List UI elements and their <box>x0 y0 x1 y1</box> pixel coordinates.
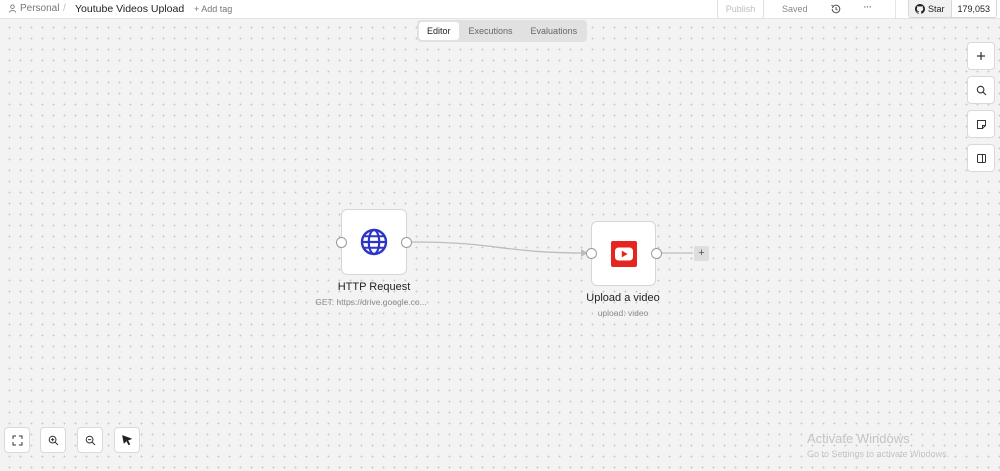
node-subtitle: GET: https://drive.google.co... <box>315 297 427 307</box>
pointer-icon <box>122 435 132 446</box>
github-star-count: 179,053 <box>951 0 997 17</box>
user-icon <box>8 4 17 13</box>
node-http-request[interactable] <box>341 209 407 275</box>
zoom-in-icon <box>48 435 58 445</box>
activate-windows-title: Activate Windows <box>807 431 910 446</box>
node-title: HTTP Request <box>337 281 411 293</box>
workflow-canvas[interactable] <box>0 20 1000 471</box>
youtube-output-handle[interactable] <box>651 248 662 259</box>
node-title: Upload a video <box>586 292 660 304</box>
tab-executions[interactable]: Executions <box>461 22 521 40</box>
tab-evaluations[interactable]: Evaluations <box>523 22 586 40</box>
tab-editor[interactable]: Editor <box>419 22 459 40</box>
breadcrumb-workspace[interactable]: Personal <box>8 3 59 14</box>
add-tag-button[interactable]: + Add tag <box>194 4 232 14</box>
plus-icon <box>977 52 985 60</box>
panel-toggle-icon <box>976 153 986 163</box>
more-options-icon[interactable]: ··· <box>863 1 872 13</box>
node-subtitle: upload: video <box>597 308 649 318</box>
github-icon <box>915 3 925 14</box>
zoom-out-button[interactable] <box>77 427 103 453</box>
github-star-widget[interactable]: Star 179,053 <box>908 0 998 18</box>
fit-view-button[interactable] <box>4 427 30 453</box>
fit-view-icon <box>12 435 22 445</box>
header-divider <box>895 0 896 19</box>
http-output-handle[interactable] <box>401 237 412 248</box>
sticky-note-button[interactable] <box>967 110 995 138</box>
activate-windows-subtitle: Go to Settings to activate Windows. <box>807 449 950 459</box>
view-tabs: Editor Executions Evaluations <box>417 20 588 42</box>
zoom-in-button[interactable] <box>40 427 66 453</box>
youtube-input-handle[interactable] <box>586 248 597 259</box>
workspace-label: Personal <box>20 3 60 14</box>
toggle-panel-button[interactable] <box>967 144 995 172</box>
add-next-node-button[interactable]: + <box>694 246 709 261</box>
save-status: Saved <box>782 4 808 14</box>
search-nodes-button[interactable] <box>967 76 995 104</box>
globe-icon <box>360 228 388 256</box>
http-input-handle[interactable] <box>336 237 347 248</box>
github-star-button[interactable]: Star <box>909 0 952 17</box>
pointer-mode-button[interactable] <box>114 427 140 453</box>
workflow-title[interactable]: Youtube Videos Upload <box>75 3 184 15</box>
search-icon <box>976 85 986 95</box>
sticky-note-icon <box>976 119 986 129</box>
add-node-button[interactable] <box>967 42 995 70</box>
breadcrumb-separator: / <box>63 3 66 14</box>
node-youtube-upload[interactable] <box>591 221 656 286</box>
top-bar: Personal / Youtube Videos Upload + Add t… <box>0 0 1000 19</box>
github-star-label: Star <box>928 3 945 14</box>
youtube-icon <box>610 240 637 267</box>
publish-button[interactable]: Publish <box>717 0 764 19</box>
zoom-out-icon <box>85 435 95 445</box>
history-icon[interactable] <box>830 3 842 15</box>
